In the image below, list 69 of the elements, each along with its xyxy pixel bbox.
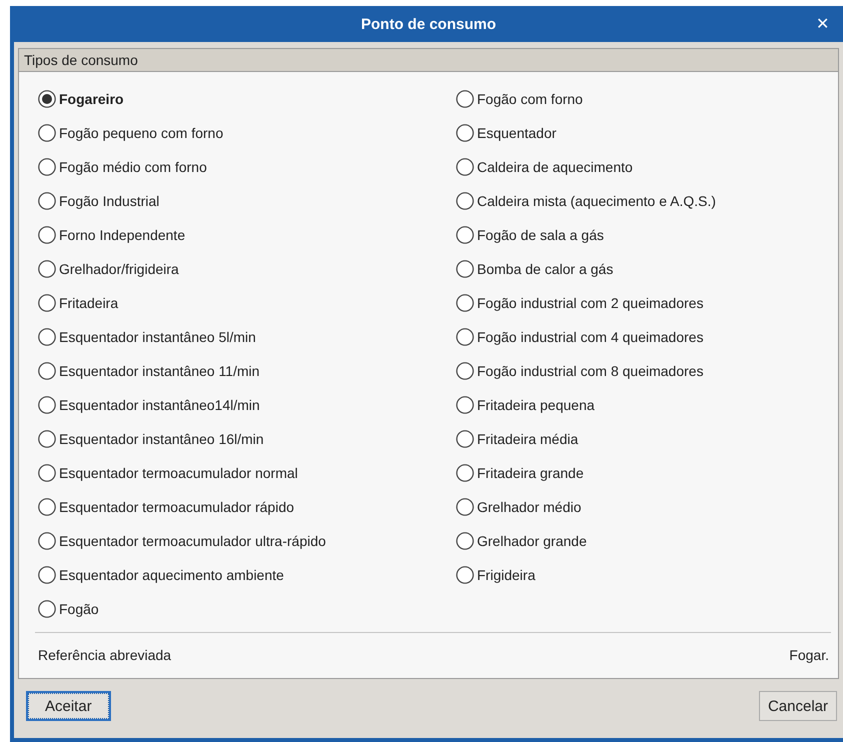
radio-button[interactable] — [456, 532, 474, 550]
radio-button[interactable] — [456, 226, 474, 244]
option-label[interactable]: Grelhador médio — [477, 499, 582, 515]
radio-button[interactable] — [456, 430, 474, 448]
option-label[interactable]: Fritadeira média — [477, 431, 578, 447]
close-button[interactable]: ✕ — [816, 14, 829, 34]
option-label[interactable]: Esquentador termoacumulador normal — [59, 465, 298, 481]
radio-button[interactable] — [38, 294, 56, 312]
option-label[interactable]: Frigideira — [477, 567, 536, 583]
option-label[interactable]: Fogão industrial com 2 queimadores — [477, 295, 704, 311]
option-label[interactable]: Esquentador aquecimento ambiente — [59, 567, 284, 583]
radio-button[interactable] — [38, 90, 56, 108]
group-title: Tipos de consumo — [19, 49, 838, 72]
option-label[interactable]: Fritadeira — [59, 295, 118, 311]
option-label[interactable]: Fritadeira grande — [477, 465, 584, 481]
option-label[interactable]: Esquentador termoacumulador ultra-rápido — [59, 533, 326, 549]
radio-button[interactable] — [38, 362, 56, 380]
radio-button[interactable] — [38, 396, 56, 414]
option-label[interactable]: Grelhador/frigideira — [59, 261, 179, 277]
option-label[interactable]: Fogareiro — [59, 91, 124, 107]
radio-button[interactable] — [38, 124, 56, 142]
option-label[interactable]: Fogão Industrial — [59, 193, 160, 209]
radio-button[interactable] — [38, 260, 56, 278]
radio-button[interactable] — [456, 362, 474, 380]
radio-button[interactable] — [38, 430, 56, 448]
option-label[interactable]: Fogão de sala a gás — [477, 227, 604, 243]
radio-button[interactable] — [38, 328, 56, 346]
radio-button[interactable] — [38, 566, 56, 584]
option-label[interactable]: Esquentador instantâneo 11/min — [59, 363, 260, 379]
radio-button[interactable] — [456, 294, 474, 312]
option-label[interactable]: Esquentador — [477, 125, 556, 141]
option-label[interactable]: Fogão industrial com 8 queimadores — [477, 363, 704, 379]
option-label[interactable]: Esquentador instantâneo14l/min — [59, 397, 260, 413]
reference-label: Referência abreviada — [38, 647, 172, 663]
option-label[interactable]: Fogão médio com forno — [59, 159, 207, 175]
radio-button[interactable] — [38, 600, 56, 618]
radio-button[interactable] — [456, 498, 474, 516]
option-label[interactable]: Grelhador grande — [477, 533, 587, 549]
option-label[interactable]: Caldeira de aquecimento — [477, 159, 633, 175]
window-title: Ponto de consumo — [361, 16, 496, 32]
radio-button[interactable] — [38, 498, 56, 516]
radio-button[interactable] — [456, 464, 474, 482]
option-label[interactable]: Fogão pequeno com forno — [59, 125, 224, 141]
radio-button[interactable] — [456, 158, 474, 176]
radio-button[interactable] — [456, 328, 474, 346]
radio-button[interactable] — [456, 260, 474, 278]
option-label[interactable]: Esquentador instantâneo 5l/min — [59, 329, 256, 345]
radio-button[interactable] — [456, 192, 474, 210]
option-label[interactable]: Fogão — [59, 601, 99, 617]
option-label[interactable]: Esquentador termoacumulador rápido — [59, 499, 294, 515]
option-label[interactable]: Forno Independente — [59, 227, 186, 243]
radio-button[interactable] — [456, 566, 474, 584]
radio-button[interactable] — [38, 464, 56, 482]
option-label[interactable]: Bomba de calor a gás — [477, 261, 614, 277]
accept-button[interactable]: Aceitar — [26, 691, 111, 721]
option-label[interactable]: Fogão industrial com 4 queimadores — [477, 329, 704, 345]
option-label[interactable]: Fritadeira pequena — [477, 397, 595, 413]
radio-button[interactable] — [456, 124, 474, 142]
option-label[interactable]: Caldeira mista (aquecimento e A.Q.S.) — [477, 193, 716, 209]
radio-button[interactable] — [456, 396, 474, 414]
radio-button[interactable] — [38, 158, 56, 176]
radio-button[interactable] — [456, 90, 474, 108]
radio-button[interactable] — [38, 192, 56, 210]
option-label[interactable]: Esquentador instantâneo 16l/min — [59, 431, 264, 447]
reference-value: Fogar. — [789, 647, 829, 663]
option-label[interactable]: Fogão com forno — [477, 91, 583, 107]
radio-button[interactable] — [38, 226, 56, 244]
radio-button[interactable] — [38, 532, 56, 550]
cancel-button[interactable]: Cancelar — [758, 691, 837, 721]
